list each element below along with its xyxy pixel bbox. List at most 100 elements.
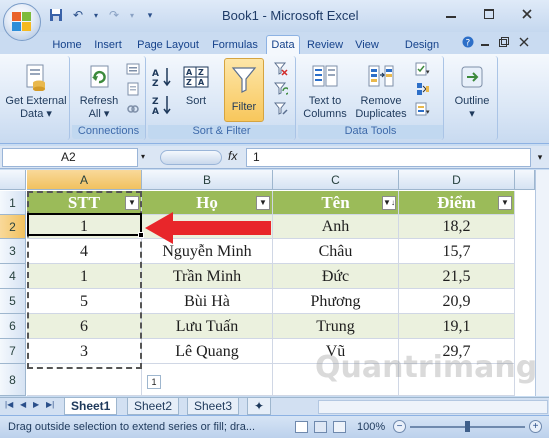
remove-duplicates-button[interactable]: Remove Duplicates [352,62,410,121]
name-box-dropdown-icon[interactable]: ▾ [141,152,145,161]
sheet-tab-2[interactable]: Sheet2 [127,398,180,415]
next-sheet-icon[interactable]: ▶ [33,400,39,409]
tab-design[interactable]: Design [399,35,445,54]
auto-fill-options-icon[interactable]: 1 [147,375,161,389]
clear-filter-icon[interactable] [272,60,290,78]
zoom-slider-thumb[interactable] [465,421,470,432]
tab-insert[interactable]: Insert [88,35,128,54]
cell-d6[interactable]: 19,1 [399,314,515,339]
cell-b5[interactable]: Bùi Hà [142,289,273,314]
row-header-3[interactable]: 3 [0,239,26,264]
row-header-4[interactable]: 4 [0,264,26,289]
maximize-icon[interactable] [470,2,508,26]
cell-c4[interactable]: Đức [273,264,399,289]
select-all-corner[interactable] [0,170,26,190]
cell-c6[interactable]: Trung [273,314,399,339]
sheet-tab-1[interactable]: Sheet1 [64,398,118,415]
expand-formula-bar-icon[interactable]: ▾ [534,150,546,165]
row-header-2[interactable]: 2 [0,215,26,239]
column-header-blank[interactable] [515,170,535,190]
name-box[interactable]: A2 [2,148,138,167]
cell-b7[interactable]: Lê Quang [142,339,273,364]
cell-d2[interactable]: 18,2 [399,215,515,239]
redo-dropdown-icon[interactable]: ▾ [128,7,136,23]
column-header-b[interactable]: B [142,170,273,190]
header-cell-stt[interactable]: STT ▼ [27,191,142,215]
tab-home[interactable]: Home [48,35,86,54]
formula-input[interactable]: 1 [246,148,531,167]
filter-dropdown-icon[interactable]: ▼ [498,196,512,210]
ribbon-minimize-icon[interactable] [480,36,492,48]
cell-c5[interactable]: Phương [273,289,399,314]
cell-c2[interactable]: Anh [273,215,399,239]
office-button[interactable] [3,3,41,41]
cell-a4[interactable]: 1 [27,264,142,289]
outline-button[interactable]: Outline ▾ [448,62,496,121]
cell-a8[interactable] [27,364,142,396]
cell-a5[interactable]: 5 [27,289,142,314]
column-header-a[interactable]: A [27,170,142,190]
undo-dropdown-icon[interactable]: ▾ [92,7,100,23]
get-external-data-button[interactable]: Get External Data ▾ [4,62,68,121]
row-header-1[interactable]: 1 [0,191,26,215]
text-to-columns-button[interactable]: Text to Columns [300,62,350,121]
cell-b6[interactable]: Lưu Tuấn [142,314,273,339]
consolidate-icon[interactable] [414,80,432,98]
tab-view[interactable]: View [350,35,384,54]
cell-d4[interactable]: 21,5 [399,264,515,289]
prev-sheet-icon[interactable]: ◀ [20,400,26,409]
filter-dropdown-icon[interactable]: ▼ [256,196,270,210]
zoom-level[interactable]: 100% [357,421,385,433]
data-validation-icon[interactable]: ▾ [414,60,432,78]
customize-toolbar-icon[interactable]: ▾ [142,7,158,23]
undo-icon[interactable]: ↶ [70,7,86,23]
column-header-c[interactable]: C [273,170,399,190]
column-header-d[interactable]: D [399,170,515,190]
sort-filter-dropdown-icon[interactable]: ▼↓ [382,196,396,210]
help-icon[interactable]: ? [462,36,474,48]
sheet-tab-3[interactable]: Sheet3 [187,398,240,415]
cell-d5[interactable]: 20,9 [399,289,515,314]
row-header-6[interactable]: 6 [0,314,26,339]
horizontal-scrollbar[interactable] [318,400,548,414]
normal-view-icon[interactable] [295,421,308,433]
cell-a6[interactable]: 6 [27,314,142,339]
row-header-5[interactable]: 5 [0,289,26,314]
tab-review[interactable]: Review [303,35,347,54]
edit-links-icon[interactable] [124,100,142,118]
close-icon[interactable] [508,2,546,26]
sort-z-to-a-icon[interactable]: ZA [152,94,174,116]
sort-button[interactable]: AZZA Sort [178,62,214,108]
redo-icon[interactable]: ↷ [106,7,122,23]
advanced-filter-icon[interactable] [272,100,290,118]
row-header-8[interactable]: 8 [0,364,26,396]
tab-formulas[interactable]: Formulas [207,35,263,54]
ribbon-restore-icon[interactable] [498,36,510,48]
cell-a3[interactable]: 4 [27,239,142,264]
cell-b8[interactable] [142,364,273,396]
insert-function-icon[interactable]: fx [228,149,237,163]
sort-a-to-z-icon[interactable]: AZ [152,66,174,88]
minimize-icon[interactable] [432,2,470,26]
ribbon-close-icon[interactable] [518,36,530,48]
page-break-view-icon[interactable] [333,421,346,433]
cell-d3[interactable]: 15,7 [399,239,515,264]
first-sheet-icon[interactable]: |◀ [5,400,13,409]
what-if-analysis-icon[interactable]: ▾ [414,100,432,118]
save-icon[interactable] [48,7,64,23]
filter-dropdown-icon[interactable]: ▼ [125,196,139,210]
tab-data[interactable]: Data [266,35,300,54]
refresh-all-button[interactable]: Refresh All ▾ [74,62,124,121]
zoom-in-icon[interactable]: + [529,420,542,433]
cell-a7[interactable]: 3 [27,339,142,364]
header-cell-ten[interactable]: Tên ▼↓ [273,191,399,215]
header-cell-diem[interactable]: Điểm ▼ [399,191,515,215]
zoom-out-icon[interactable]: − [393,420,406,433]
connections-icon[interactable] [124,60,142,78]
page-layout-view-icon[interactable] [314,421,327,433]
row-header-7[interactable]: 7 [0,339,26,364]
properties-icon[interactable] [124,80,142,98]
filter-button[interactable]: Filter [224,58,264,122]
insert-sheet-icon[interactable]: ✦ [247,398,271,415]
formula-divider-handle[interactable] [160,150,222,165]
